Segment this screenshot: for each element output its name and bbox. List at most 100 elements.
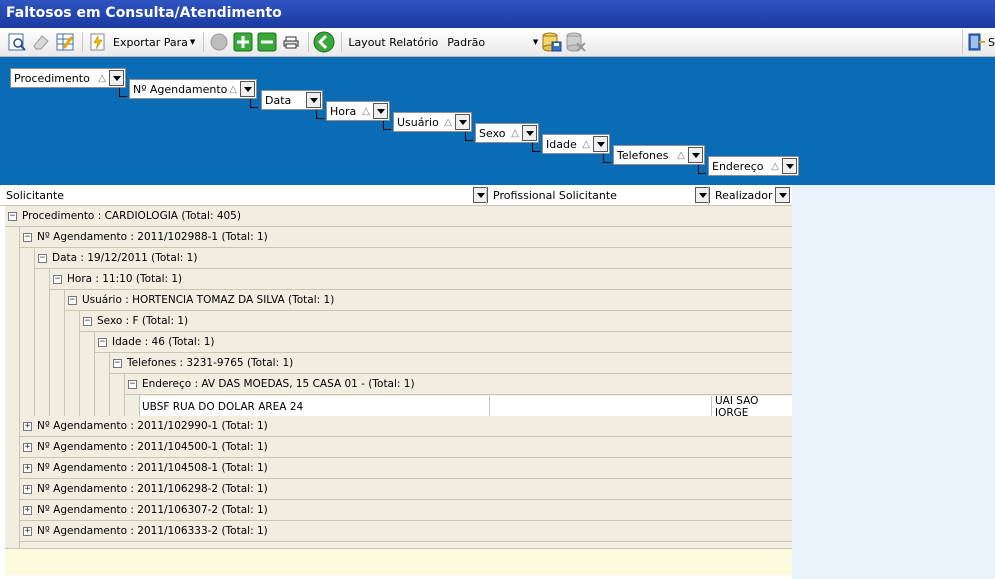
exit-door-icon [968, 33, 985, 51]
group-row-agendamento-collapsed[interactable]: + Nº Agendamento : 2011/106298-2 (Total:… [20, 479, 792, 500]
collapse-icon[interactable]: − [68, 295, 77, 305]
collapse-icon[interactable]: − [98, 337, 107, 347]
group-row-label: Sexo : F (Total: 1) [97, 315, 189, 327]
sort-ascending-icon: △ [229, 83, 237, 95]
table-row[interactable]: UBSF RUA DO DOLAR AREA 24 UAI SAO JORGE [140, 395, 792, 419]
group-row-procedimento[interactable]: − Procedimento : CARDIOLOGIA (Total: 405… [5, 206, 792, 227]
group-row-telefones[interactable]: − Telefones : 3231-9765 (Total: 1) [110, 353, 792, 374]
bottom-border [0, 575, 792, 579]
sort-ascending-icon: △ [444, 116, 452, 128]
collapse-icon[interactable]: − [23, 232, 32, 242]
group-row-label: Nº Agendamento : 2011/104508-1 (Total: 1… [37, 462, 268, 474]
chevron-down-icon[interactable] [782, 158, 797, 174]
sort-ascending-icon: △ [771, 160, 779, 172]
collapse-icon[interactable]: − [8, 211, 17, 221]
back-arrow-icon[interactable] [313, 31, 335, 53]
chevron-down-icon[interactable] [373, 103, 388, 119]
chevron-down-icon[interactable] [109, 70, 124, 86]
group-row-agendamento-collapsed[interactable]: + Nº Agendamento : 2011/102990-1 (Total:… [20, 416, 792, 437]
group-chip-usuario[interactable]: Usuário △ [393, 112, 472, 132]
group-chip-endereco[interactable]: Endereço △ [708, 156, 799, 176]
chevron-down-icon[interactable] [522, 125, 537, 141]
group-chip-label: Sexo [479, 126, 506, 140]
column-header-label: Solicitante [6, 189, 65, 202]
collapse-all-icon[interactable] [256, 31, 278, 53]
group-chip-label: Endereço [712, 159, 764, 173]
delete-layout-icon [565, 31, 587, 53]
collapse-icon[interactable]: − [113, 358, 122, 368]
expand-icon[interactable]: + [23, 442, 32, 452]
collapse-icon[interactable]: − [128, 379, 137, 389]
chevron-down-icon[interactable] [306, 92, 321, 108]
chevron-down-icon[interactable] [455, 114, 470, 130]
collapse-icon[interactable]: − [53, 274, 62, 284]
group-row-agendamento-collapsed[interactable]: + Nº Agendamento : 2011/104500-1 (Total:… [20, 437, 792, 458]
group-by-panel: Procedimento △ Nº Agendamento △ Data Hor… [0, 57, 995, 185]
exit-button[interactable]: S [962, 30, 995, 54]
group-row-idade[interactable]: − Idade : 46 (Total: 1) [95, 332, 792, 353]
indent-bar [80, 332, 95, 416]
column-header-solicitante[interactable]: Solicitante [0, 186, 489, 205]
grouped-grid[interactable]: − Procedimento : CARDIOLOGIA (Total: 405… [5, 206, 792, 548]
group-chip-procedimento[interactable]: Procedimento △ [10, 68, 126, 88]
group-chip-sexo[interactable]: Sexo △ [475, 123, 539, 143]
group-row-label: Data : 19/12/2011 (Total: 1) [52, 252, 198, 264]
group-row-usuario[interactable]: − Usuário : HORTENCIA TOMAZ DA SILVA (To… [65, 290, 792, 311]
group-row-agendamento-collapsed[interactable]: + Nº Agendamento : 2011/106333-2 (Total:… [20, 521, 792, 542]
collapse-icon[interactable]: − [38, 253, 47, 263]
column-headers: Solicitante Profissional Solicitante Rea… [0, 185, 792, 206]
layout-select[interactable]: Padrão ▼ [444, 33, 541, 51]
group-row-endereco[interactable]: − Endereço : AV DAS MOEDAS, 15 CASA 01 -… [125, 374, 792, 395]
cell-profissional[interactable] [490, 396, 712, 417]
group-row-agendamento-collapsed[interactable]: + Nº Agendamento : 2011/104508-1 (Total:… [20, 458, 792, 479]
group-chip-idade[interactable]: Idade △ [542, 134, 610, 154]
group-row-label: Telefones : 3231-9765 (Total: 1) [127, 357, 294, 369]
expand-all-icon[interactable] [232, 31, 254, 53]
group-row-agendamento-collapsed[interactable]: + Nº Agendamento : 2011/106307-2 (Total:… [20, 500, 792, 521]
group-row-label: Nº Agendamento : 2011/104500-1 (Total: 1… [37, 441, 268, 453]
collapse-icon[interactable]: − [83, 316, 92, 326]
group-chip-hora[interactable]: Hora △ [326, 101, 390, 121]
export-menu-label[interactable]: Exportar Para [113, 36, 188, 49]
group-row-data[interactable]: − Data : 19/12/2011 (Total: 1) [35, 248, 792, 269]
group-row-hora[interactable]: − Hora : 11:10 (Total: 1) [50, 269, 792, 290]
print-icon[interactable] [280, 31, 302, 53]
indent-bar [125, 395, 140, 416]
toolbar-separator [203, 32, 205, 52]
eraser-icon[interactable] [30, 31, 52, 53]
expand-icon[interactable]: + [23, 526, 32, 536]
expand-icon[interactable]: + [23, 463, 32, 473]
expand-icon[interactable]: + [23, 505, 32, 515]
group-row-agendamento[interactable]: − Nº Agendamento : 2011/102988-1 (Total:… [20, 227, 792, 248]
edit-grid-icon[interactable] [54, 31, 76, 53]
expand-icon[interactable]: + [23, 421, 32, 431]
chevron-down-icon[interactable] [240, 81, 255, 97]
group-row-sexo[interactable]: − Sexo : F (Total: 1) [80, 311, 792, 332]
export-icon[interactable] [87, 31, 109, 53]
export-dropdown-arrow-icon[interactable]: ▼ [190, 38, 195, 46]
sort-ascending-icon: △ [98, 72, 106, 84]
chevron-down-icon[interactable] [688, 147, 703, 163]
group-connector [465, 132, 473, 141]
group-row-label: Usuário : HORTENCIA TOMAZ DA SILVA (Tota… [82, 294, 335, 306]
column-header-realizador[interactable]: Realizador [708, 186, 791, 205]
save-layout-icon[interactable] [541, 31, 563, 53]
group-connector [383, 121, 391, 130]
group-chip-label: Hora [330, 104, 357, 118]
cell-realizador[interactable]: UAI SAO JORGE [712, 395, 792, 419]
cell-solicitante[interactable]: UBSF RUA DO DOLAR AREA 24 [140, 396, 490, 417]
toolbar-separator [82, 32, 83, 52]
group-chip-agendamento[interactable]: Nº Agendamento △ [129, 79, 257, 99]
window-title: Faltosos em Consulta/Atendimento [0, 0, 995, 28]
column-header-profissional[interactable]: Profissional Solicitante [486, 186, 711, 205]
sort-ascending-icon: △ [677, 149, 685, 161]
group-chip-data[interactable]: Data [261, 90, 323, 110]
preview-icon[interactable] [6, 31, 28, 53]
indent-bar [35, 269, 50, 416]
group-chip-telefones[interactable]: Telefones △ [613, 145, 705, 165]
expand-icon[interactable]: + [23, 484, 32, 494]
toolbar-separator [308, 32, 310, 52]
chevron-down-icon[interactable] [775, 187, 790, 203]
chevron-down-icon[interactable] [593, 136, 608, 152]
group-row-label: Nº Agendamento : 2011/102990-1 (Total: 1… [37, 420, 268, 432]
